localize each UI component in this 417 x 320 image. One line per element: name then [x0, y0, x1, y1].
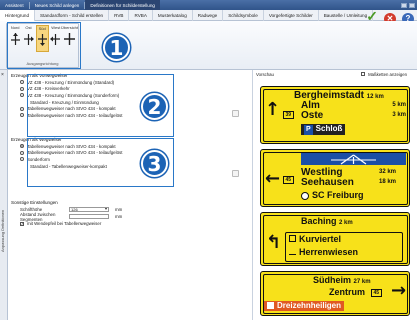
menu-radwege[interactable]: Radwege [193, 9, 224, 21]
motorway-icon [331, 154, 376, 165]
poi-name: SC Freiburg [312, 190, 364, 200]
poi-name: Schloß [315, 124, 343, 133]
poi-box: Dreizehnheiligen [264, 301, 345, 311]
settings-section: Sonstige Einstellungen Schrifthöhe 126 m… [11, 200, 241, 227]
route-number: 39 [283, 111, 294, 119]
tab-assistent[interactable]: Assistent [0, 3, 29, 8]
maximize-icon[interactable] [409, 2, 415, 8]
route-number: 45 [371, 289, 382, 297]
minimize-icon[interactable] [401, 2, 407, 8]
destination-name: Zentrum [329, 287, 365, 297]
radio-icon[interactable] [20, 106, 24, 111]
football-icon [301, 191, 309, 200]
radio-icon[interactable] [20, 93, 24, 98]
turn-arrow-checkbox[interactable]: ✓ [20, 221, 24, 226]
menu-bar: Hintergrund Standardform - Schild erstel… [0, 9, 417, 25]
callout-badge-2: 2 [141, 93, 168, 120]
callout-badge-3: 3 [141, 150, 168, 177]
turn-arrow-row: ✓ mit Wendepfeil bei Tabellenwegweiser [11, 220, 241, 227]
distance: 2 km [339, 220, 353, 226]
museum-icon [289, 248, 296, 255]
destination-row: Kurviertel [289, 234, 341, 245]
distance: 27 km [353, 279, 371, 285]
distance: 3 km [392, 112, 406, 118]
font-size-select[interactable]: 126 [69, 206, 109, 213]
poi-name: Dreizehnheiligen [277, 301, 342, 310]
preview-header: Vorschau Maßketten anzeigen [253, 70, 417, 78]
sign-preview-3: Baching 2 km ↰ Kurviertel Herrenwiesen [260, 212, 410, 266]
tab-definitions[interactable]: Definitionen für Schilderstellung [85, 0, 160, 10]
unit-label: mm [115, 214, 123, 219]
arrow-right-icon: → [391, 280, 407, 301]
radio-icon[interactable] [20, 113, 24, 118]
options-icon[interactable] [232, 170, 239, 177]
destination-row: Zentrum [329, 287, 365, 298]
callout-box-1 [7, 22, 81, 69]
destination-name: Kurviertel [299, 234, 342, 244]
callout-badge-1: 1 [103, 34, 130, 61]
menu-rvba[interactable]: RVBA [129, 9, 153, 21]
dimension-checkbox[interactable] [361, 72, 366, 76]
destination-name: Seehausen [301, 177, 354, 188]
radio-icon[interactable] [20, 157, 24, 162]
section-header: Sonstige Einstellungen [11, 200, 58, 205]
close-panel-icon[interactable]: × [1, 72, 4, 78]
sign-preview-1: ↑ 39 Bergheimstadt 12 km Alm 5 km Oste 3 k… [260, 86, 410, 144]
window-controls [401, 2, 417, 8]
destination-title: Baching 2 km [301, 216, 353, 229]
route-number: 45 [283, 176, 294, 184]
spacing-row: Abstand zwischen Segmenten mm [11, 211, 241, 222]
distance: 18 km [378, 179, 396, 185]
destination-row: Oste 3 km [301, 110, 406, 121]
district-icon [289, 235, 296, 242]
radio-icon[interactable] [20, 150, 24, 155]
dimension-toggle[interactable]: Maßketten anzeigen [361, 72, 407, 77]
options-icon[interactable] [232, 110, 239, 117]
arrow-left-icon: ← [265, 168, 281, 189]
sign-preview-4: Südheim 27 km Zentrum 45 → Dreizehnheili… [260, 271, 410, 316]
menu-musterkatalog[interactable]: Musterkatalog [153, 9, 193, 21]
poi-row: SC Freiburg [301, 190, 406, 201]
checkbox-label: Maßketten anzeigen [368, 71, 407, 77]
menu-standardform[interactable]: Standardform - Schild erstellen [35, 9, 110, 21]
title-bar: Assistent Neues Schild anlegen Definitio… [0, 0, 417, 10]
menu-schildsymbole[interactable]: Schildsymbole [223, 9, 264, 21]
radio-icon[interactable] [20, 86, 24, 91]
preview-panel: Vorschau Maßketten anzeigen ↑ 39 Berghei… [252, 70, 417, 320]
preview-label: Vorschau [256, 71, 274, 77]
motorway-symbol [301, 153, 406, 165]
parking-icon: P [304, 125, 313, 135]
destination-name: Südheim [313, 275, 352, 285]
menu-hintergrund[interactable]: Hintergrund [0, 9, 36, 21]
church-icon [267, 302, 274, 310]
tab-new-sign[interactable]: Neues Schild anlegen [30, 3, 85, 8]
poi-box: P Schloß [301, 124, 346, 135]
menu-baustelle[interactable]: Baustelle / Umleitung [319, 9, 374, 21]
sign-preview-2: ← 45 Westling 32 km Seehausen 18 km SC Fre… [260, 149, 410, 207]
spacing-label: Abstand zwischen Segmenten [20, 211, 56, 222]
radio-icon[interactable] [20, 80, 24, 85]
arrow-up-icon: ↑ [265, 99, 281, 120]
side-tab: × Anpassung Definitionen [0, 70, 8, 320]
menu-vorgefertigte-schilder[interactable]: Vorgefertigte Schilder [264, 9, 319, 21]
spacing-input[interactable] [69, 213, 109, 220]
checkbox-label: mit Wendepfeil bei Tabellenwegweiser [27, 221, 102, 226]
destination-row: Herrenwiesen [289, 247, 358, 258]
destination-row: Seehausen 18 km [301, 177, 406, 188]
destination-name: Baching [301, 216, 337, 226]
u-turn-arrow-icon: ↰ [266, 232, 282, 253]
destination-name: Herrenwiesen [299, 247, 359, 257]
menu-rvb[interactable]: RVB [109, 9, 130, 21]
radio-icon[interactable] [20, 144, 24, 149]
unit-label: mm [115, 207, 123, 212]
destination-name: Oste [301, 110, 324, 121]
check-icon[interactable]: ✓ [366, 9, 378, 23]
side-tab-label[interactable]: Anpassung Definitionen [0, 210, 5, 252]
